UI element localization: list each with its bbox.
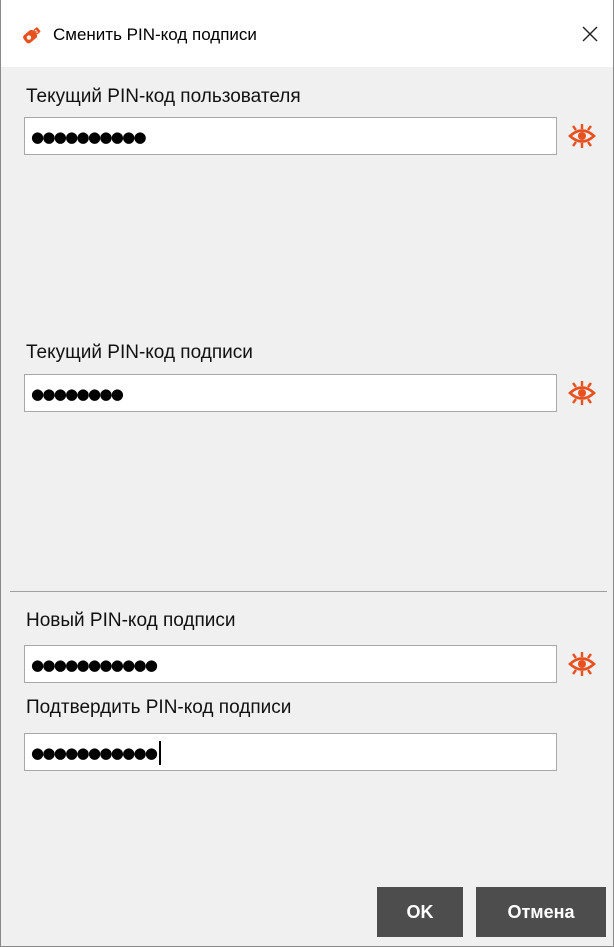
- show-pin-eye-icon[interactable]: [567, 380, 597, 406]
- usb-token-icon: [23, 27, 41, 44]
- change-signature-pin-dialog: Сменить PIN-код подписи Текущий PIN-код …: [0, 0, 614, 947]
- current-user-pin-input[interactable]: ●●●●●●●●●●: [24, 117, 557, 155]
- current-user-pin-value: ●●●●●●●●●●: [31, 128, 147, 146]
- current-signature-pin-input[interactable]: ●●●●●●●●: [24, 374, 557, 412]
- confirm-signature-pin-input[interactable]: ●●●●●●●●●●●: [24, 733, 557, 771]
- confirm-signature-pin-label: Подтвердить PIN-код подписи: [26, 697, 292, 718]
- ok-button[interactable]: OK: [377, 887, 463, 937]
- close-button[interactable]: [567, 14, 613, 54]
- new-signature-pin-input[interactable]: ●●●●●●●●●●●: [24, 645, 557, 683]
- show-pin-eye-icon[interactable]: [567, 123, 597, 149]
- new-signature-pin-value: ●●●●●●●●●●●: [31, 656, 158, 674]
- confirm-signature-pin-dots: ●●●●●●●●●●●: [31, 744, 158, 762]
- title-bar: Сменить PIN-код подписи: [1, 0, 613, 67]
- current-signature-pin-value: ●●●●●●●●: [31, 385, 124, 403]
- dialog-title: Сменить PIN-код подписи: [53, 25, 257, 44]
- section-divider: [10, 591, 607, 592]
- cancel-button[interactable]: Отмена: [476, 887, 606, 937]
- confirm-signature-pin-value: ●●●●●●●●●●●: [31, 734, 162, 772]
- close-icon: [582, 26, 598, 42]
- text-caret: [159, 741, 162, 765]
- current-signature-pin-label: Текущий PIN-код подписи: [26, 342, 253, 363]
- new-signature-pin-label: Новый PIN-код подписи: [26, 610, 236, 631]
- show-pin-eye-icon[interactable]: [567, 651, 597, 677]
- current-user-pin-label: Текущий PIN-код пользователя: [26, 86, 301, 107]
